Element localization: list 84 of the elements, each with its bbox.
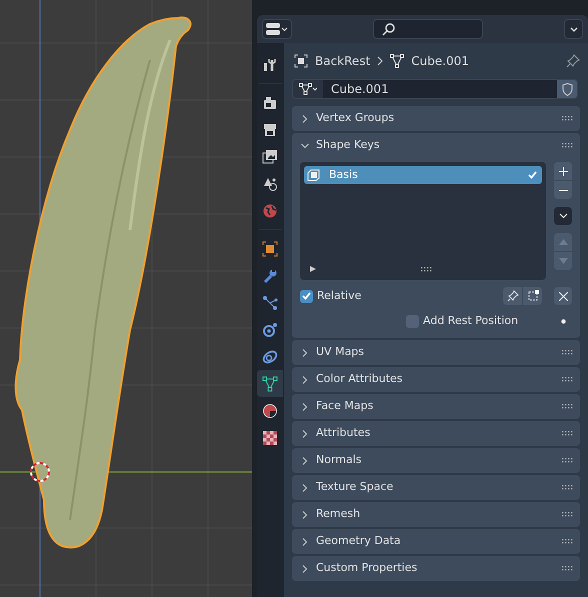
- chevron-right-icon: [301, 564, 309, 572]
- globe-icon: [262, 202, 278, 218]
- pin-icon: [506, 290, 518, 302]
- drag-handle-icon[interactable]: [562, 377, 573, 382]
- pin-button[interactable]: [503, 287, 522, 305]
- sphere-icon: [262, 402, 278, 418]
- checker-icon: [262, 430, 278, 446]
- drag-handle-icon[interactable]: [562, 512, 573, 517]
- drag-handle-icon[interactable]: [562, 566, 573, 571]
- particles-icon: [262, 294, 278, 310]
- panel-header[interactable]: Attributes: [292, 421, 580, 446]
- panel-header[interactable]: Face Maps: [292, 394, 580, 419]
- wrench-icon: [262, 268, 278, 284]
- chevron-down-icon: [558, 213, 568, 219]
- drag-handle-icon[interactable]: [562, 485, 573, 490]
- triangle-down-icon: [558, 258, 568, 264]
- chevron-down-icon: [301, 142, 309, 150]
- triangle-mesh-icon: [262, 376, 278, 392]
- square-icon: [262, 240, 278, 256]
- chevron-right-icon: [301, 484, 309, 492]
- panel-header[interactable]: Remesh: [292, 502, 580, 527]
- panel-header[interactable]: Color Attributes: [292, 367, 580, 392]
- panel-header[interactable]: Geometry Data: [292, 529, 580, 554]
- shape-key-icon: [307, 169, 321, 181]
- panel-header[interactable]: Normals: [292, 448, 580, 473]
- mesh-name: Cube.001: [411, 53, 469, 70]
- specials-menu-button[interactable]: [554, 207, 572, 225]
- image-stack-icon: [262, 148, 278, 164]
- panel-header[interactable]: Custom Properties: [292, 556, 580, 581]
- chevron-down-icon: [570, 26, 578, 32]
- chevron-right-icon: [301, 402, 309, 410]
- shape-key-item[interactable]: Basis: [304, 166, 542, 184]
- checkbox-label: Add Rest Position: [423, 312, 520, 329]
- keyframe-dot-icon[interactable]: [561, 318, 566, 324]
- drag-handle-icon[interactable]: [562, 404, 573, 409]
- checkbox[interactable]: [406, 314, 419, 328]
- tool-icon: [262, 56, 278, 72]
- search-field[interactable]: [373, 19, 483, 39]
- edit-mode-button[interactable]: [523, 287, 542, 305]
- chevron-right-icon: [301, 456, 309, 464]
- chevron-right-icon: [301, 510, 309, 518]
- close-icon: [558, 292, 568, 300]
- editor-type-icon: [266, 23, 288, 35]
- triangle-up-icon: [558, 239, 568, 245]
- panel-header[interactable]: Texture Space: [292, 475, 580, 500]
- chevron-right-icon: [377, 56, 384, 66]
- mesh-icon: [390, 54, 404, 68]
- ring-icon: [262, 348, 278, 364]
- panel-header[interactable]: Vertex Groups: [292, 106, 580, 131]
- object-name: BackRest: [315, 53, 370, 70]
- checkbox[interactable]: [300, 290, 313, 302]
- properties-tab[interactable]: [257, 370, 283, 397]
- panel-header[interactable]: Shape Keys: [292, 133, 580, 158]
- clear-button[interactable]: [554, 287, 572, 305]
- chevron-right-icon: [301, 348, 309, 356]
- vertex-square-icon: [526, 290, 538, 302]
- orbit-icon: [262, 322, 278, 338]
- add-button[interactable]: [554, 162, 572, 180]
- drag-handle-icon[interactable]: [562, 431, 573, 436]
- camera-icon: [262, 94, 278, 110]
- printer-icon: [262, 122, 278, 138]
- drag-handle-icon[interactable]: [562, 350, 573, 355]
- editor-type-button[interactable]: [262, 19, 292, 39]
- drag-handle-icon[interactable]: [562, 539, 573, 544]
- options-dropdown[interactable]: [564, 19, 583, 39]
- checkbox[interactable]: [526, 168, 539, 182]
- panel-header[interactable]: UV Maps: [292, 340, 580, 365]
- drag-handle-icon[interactable]: [562, 116, 573, 121]
- chevron-right-icon: [301, 114, 309, 122]
- checkbox-label: Relative: [317, 288, 362, 304]
- object-icon: [294, 54, 308, 68]
- plus-icon: [558, 166, 568, 176]
- resize-handle-icon[interactable]: [420, 266, 432, 272]
- shape-key-name: Basis: [329, 166, 359, 183]
- drag-handle-icon[interactable]: [562, 458, 573, 463]
- pin-icon[interactable]: [566, 54, 580, 68]
- play-icon[interactable]: [310, 266, 316, 272]
- chevron-right-icon: [301, 376, 309, 384]
- drag-handle-icon[interactable]: [562, 143, 573, 148]
- chevron-right-icon: [301, 430, 309, 438]
- remove-button[interactable]: [554, 181, 572, 199]
- chevron-right-icon: [301, 538, 309, 546]
- search-icon: [382, 22, 395, 36]
- cone-sphere-icon: [262, 176, 278, 192]
